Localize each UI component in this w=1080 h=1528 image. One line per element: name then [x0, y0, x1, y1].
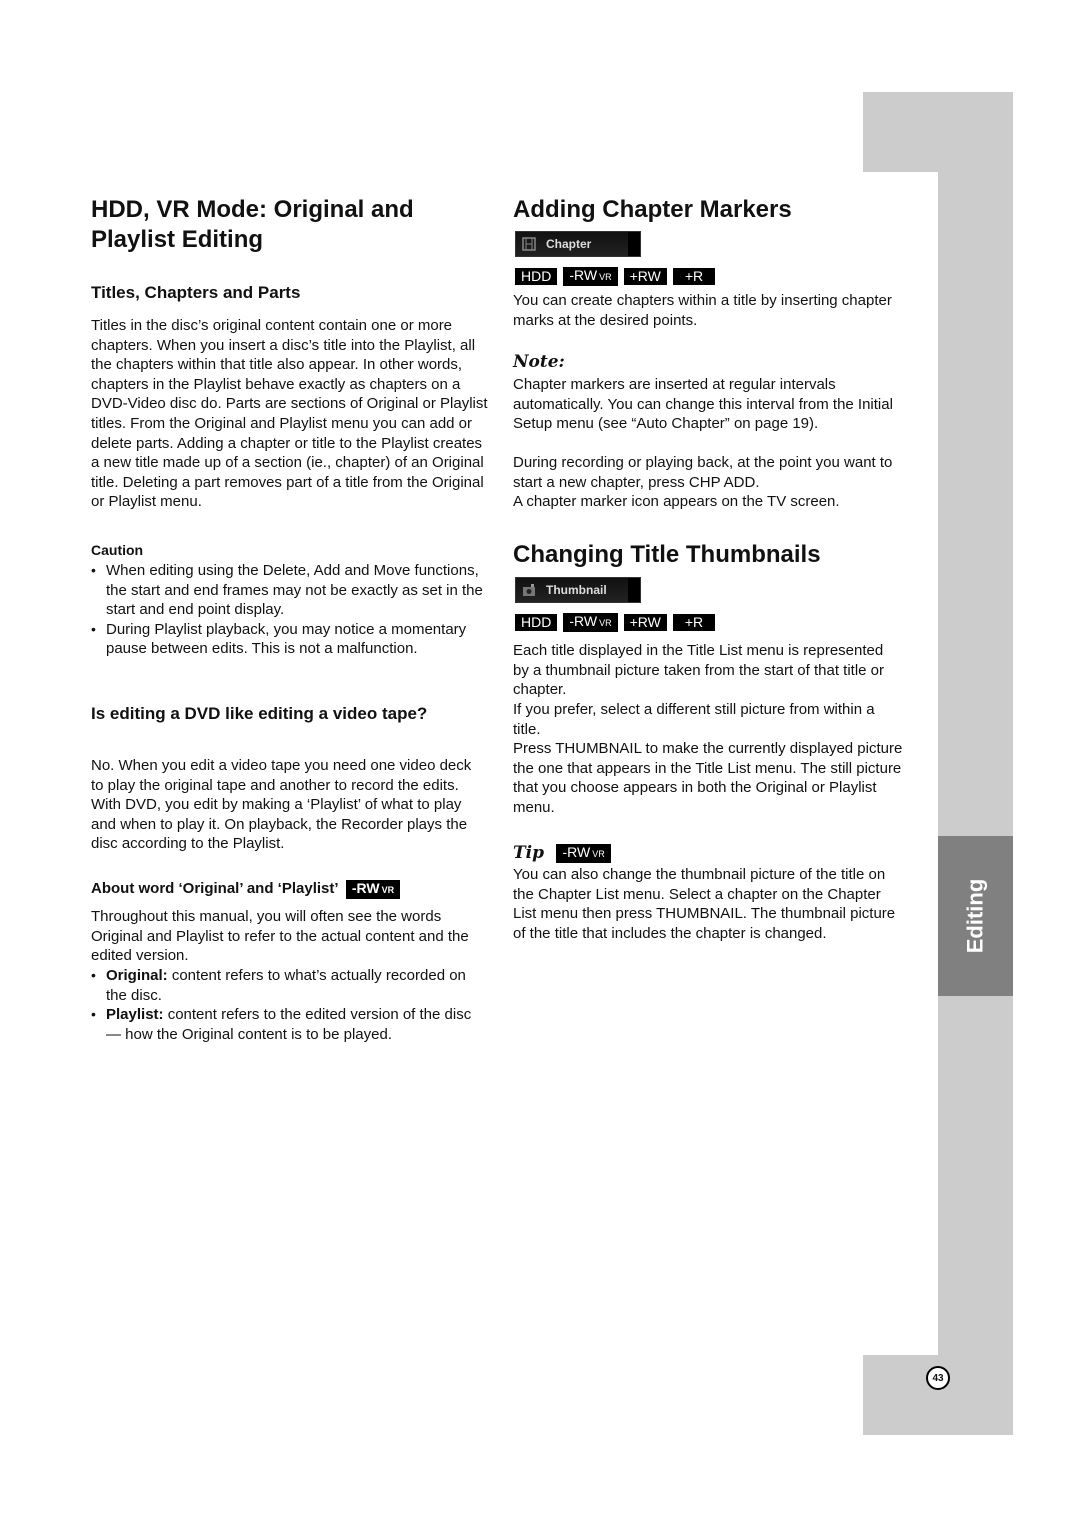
caution-label: Caution	[91, 542, 144, 558]
compat-badges-chapter: HDD -RW VR +RW +R	[515, 267, 721, 286]
caution-item: When editing using the Delete, Add and M…	[91, 561, 486, 620]
definitions-list: Original: content refers to what’s actua…	[91, 966, 486, 1044]
tip-header: Tip -RW VR	[513, 842, 617, 864]
osd-thumbnail-label: Thumbnail	[546, 583, 607, 597]
caution-item: During Playlist playback, you may notice…	[91, 620, 486, 659]
badge-plus-r: +R	[672, 268, 716, 285]
badge-main: HDD	[521, 268, 552, 284]
badge-rw-vr: -RW VR	[556, 844, 611, 864]
note-label: Note:	[513, 352, 565, 372]
compat-badges-thumbnail: HDD -RW VR +RW +R	[515, 613, 721, 632]
heading-changing-thumbnails: Changing Title Thumbnails	[513, 541, 821, 568]
badge-main: +RW	[629, 268, 661, 284]
badge-hdd: HDD	[515, 268, 558, 285]
badge-small: VR	[599, 618, 612, 628]
subheading-about-word-text: About word ‘Original’ and ‘Playlist’	[91, 880, 338, 897]
subheading-titles-chapters-parts: Titles, Chapters and Parts	[91, 283, 301, 302]
paragraph-chapter-intro: You can create chapters within a title b…	[513, 292, 892, 329]
badge-main: +R	[684, 614, 704, 630]
note-text-marker-icon: A chapter marker icon appears on the TV …	[513, 493, 840, 510]
page-number: 43	[926, 1366, 950, 1390]
osd-chapter-label: Chapter	[546, 237, 592, 251]
paragraph-about-word: Throughout this manual, you will often s…	[91, 908, 469, 965]
badge-plus-rw: +RW	[623, 614, 667, 631]
badge-rw-vr: -RW VR	[345, 879, 401, 899]
badge-main: +RW	[629, 614, 661, 630]
definition-term: Original:	[106, 967, 168, 984]
tip-text: You can also change the thumbnail pictur…	[513, 866, 896, 942]
left-title-line1: HDD, VR Mode: Original and	[91, 196, 414, 223]
subheading-editing-dvd: Is editing a DVD like editing a video ta…	[91, 704, 428, 723]
film-icon	[522, 237, 536, 251]
badge-hdd: HDD	[515, 614, 558, 631]
paragraph-thumbnail-intro: Each title displayed in the Title List m…	[513, 642, 885, 699]
note-text-recording: During recording or playing back, at the…	[513, 454, 893, 491]
badge-small: VR	[592, 849, 605, 860]
side-tab-top	[863, 92, 1013, 172]
badge-rw-vr: -RW VR	[563, 267, 618, 286]
tip-label: Tip	[513, 843, 544, 863]
badge-main: +R	[684, 268, 704, 284]
section-tab-editing: Editing	[938, 836, 1013, 996]
left-title-line2: Playlist Editing	[91, 226, 264, 253]
subheading-about-word: About word ‘Original’ and ‘Playlist’ -RW…	[91, 879, 406, 899]
paragraph-thumbnail-select: If you prefer, select a different still …	[513, 701, 875, 738]
osd-chapter: Chapter	[515, 231, 641, 257]
paragraph-thumbnail-press: Press THUMBNAIL to make the currently di…	[513, 740, 903, 816]
note-text: Chapter markers are inserted at regular …	[513, 376, 893, 433]
badge-small: VR	[599, 272, 612, 282]
definition-term: Playlist:	[106, 1006, 164, 1024]
badge-main: -RW	[569, 267, 598, 283]
definition-playlist: Playlist: content refers to the edited v…	[91, 1005, 486, 1044]
caution-list: When editing using the Delete, Add and M…	[91, 561, 486, 659]
badge-rw-vr: -RW VR	[563, 613, 618, 632]
section-tab-label: Editing	[962, 878, 988, 954]
paragraph-titles-chapters: Titles in the disc’s original content co…	[91, 317, 488, 511]
badge-plus-r: +R	[672, 614, 716, 631]
heading-adding-chapter-markers: Adding Chapter Markers	[513, 196, 792, 223]
paragraph-editing-dvd: No. When you edit a video tape you need …	[91, 757, 472, 853]
badge-small: VR	[381, 884, 395, 895]
camera-icon	[522, 583, 536, 597]
badge-plus-rw: +RW	[623, 268, 667, 285]
side-tab-strip	[938, 172, 1013, 1356]
badge-main: -RW	[569, 613, 598, 629]
osd-thumbnail: Thumbnail	[515, 577, 641, 603]
badge-main: -RW	[562, 844, 591, 861]
definition-original: Original: content refers to what’s actua…	[91, 966, 486, 1005]
badge-main: -RW	[351, 879, 380, 896]
badge-main: HDD	[521, 614, 552, 630]
left-title: HDD, VR Mode: Original and Playlist Edit…	[91, 195, 501, 255]
